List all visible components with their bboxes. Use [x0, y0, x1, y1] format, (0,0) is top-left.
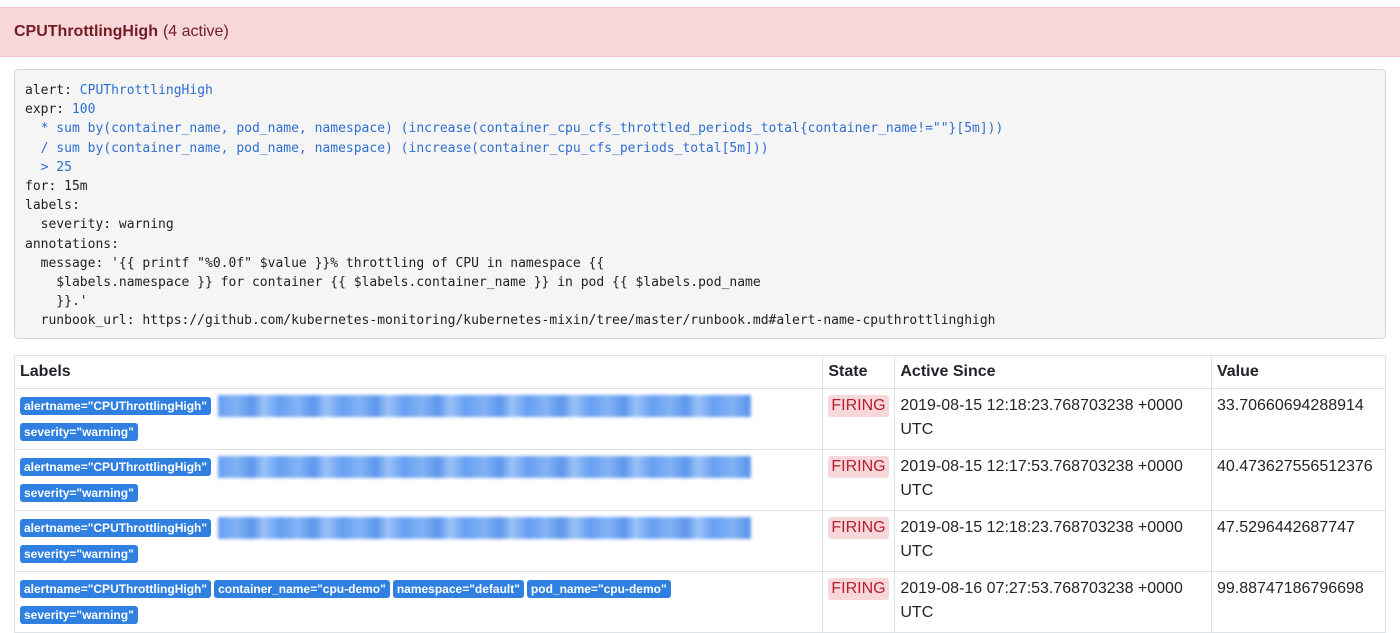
status-badge: FIRING	[828, 456, 889, 478]
rule-text: }}.'	[25, 294, 88, 310]
rule-text: labels:	[25, 198, 80, 214]
rule-text: message: '{{ printf "%0.0f" $value }}% t…	[25, 255, 605, 271]
rule-text: * sum by(container_name, pod_name, names…	[25, 121, 1004, 137]
table-header-row: Labels State Active Since Value	[13, 355, 1387, 389]
rule-text: alert:	[25, 83, 80, 98]
table-row: alertname="CPUThrottlingHigh" severity="w…	[13, 510, 1387, 572]
state-cell: FIRING	[822, 571, 896, 633]
state-cell: FIRING	[822, 510, 896, 572]
state-cell: FIRING	[822, 449, 896, 511]
value-cell: 40.473627556512376	[1210, 449, 1387, 511]
labels-cell: alertname="CPUThrottlingHigh" severity="w…	[13, 388, 824, 450]
labels-cell: alertname="CPUThrottlingHigh" severity="w…	[13, 510, 824, 572]
rule-line: * sum by(container_name, pod_name, names…	[25, 119, 1375, 138]
active-since-cell: 2019-08-15 12:18:23.768703238 +0000 UTC	[894, 388, 1212, 450]
alert-name: CPUThrottlingHigh	[14, 23, 158, 40]
value-cell: 99.88747186796698	[1210, 571, 1387, 633]
column-header-state: State	[822, 355, 896, 389]
rule-text: 100	[71, 102, 96, 118]
table-row: alertname="CPUThrottlingHigh" severity="w…	[13, 388, 1387, 450]
rule-line: message: '{{ printf "%0.0f" $value }}% t…	[25, 254, 1375, 273]
active-since-cell: 2019-08-16 07:27:53.768703238 +0000 UTC	[894, 571, 1212, 633]
rule-line: expr: 100	[25, 100, 1375, 119]
column-header-labels: Labels	[13, 355, 824, 389]
rule-text: / sum by(container_name, pod_name, names…	[25, 140, 769, 156]
redacted-labels	[218, 517, 752, 539]
rule-line: $labels.namespace }} for container {{ $l…	[25, 273, 1375, 292]
label-badge: container_name="cpu-demo"	[214, 580, 390, 598]
label-badge: alertname="CPUThrottlingHigh"	[20, 519, 212, 537]
rule-text: severity: warning	[25, 217, 174, 233]
label-badge: severity="warning"	[20, 423, 138, 441]
rule-line: }}.'	[25, 292, 1375, 311]
active-since-cell: 2019-08-15 12:18:23.768703238 +0000 UTC	[894, 510, 1212, 572]
labels-cell: alertname="CPUThrottlingHigh" container_n…	[13, 571, 824, 633]
alerts-table: Labels State Active Since Value alertnam…	[13, 355, 1387, 633]
active-since-cell: 2019-08-15 12:17:53.768703238 +0000 UTC	[894, 449, 1212, 511]
rule-text: $labels.namespace }} for container {{ $l…	[25, 275, 761, 291]
label-badge: severity="warning"	[20, 545, 138, 563]
rule-line: severity: warning	[25, 215, 1375, 234]
label-badge: namespace="default"	[392, 580, 524, 598]
state-cell: FIRING	[822, 388, 896, 450]
rule-line: labels:	[25, 196, 1375, 215]
rule-text: annotations:	[25, 236, 119, 252]
table-row: alertname="CPUThrottlingHigh" severity="w…	[13, 449, 1387, 511]
label-badge: alertname="CPUThrottlingHigh"	[20, 580, 212, 598]
rule-text: CPUThrottlingHigh	[79, 83, 213, 98]
label-badge: severity="warning"	[20, 606, 138, 624]
labels-cell: alertname="CPUThrottlingHigh" severity="w…	[13, 449, 824, 511]
rule-line: annotations:	[25, 235, 1375, 254]
rule-line: / sum by(container_name, pod_name, names…	[25, 139, 1375, 158]
value-cell: 47.5296442687747	[1210, 510, 1387, 572]
label-badge: severity="warning"	[20, 484, 138, 502]
column-header-value: Value	[1210, 355, 1387, 389]
status-badge: FIRING	[828, 578, 889, 600]
label-badge: alertname="CPUThrottlingHigh"	[20, 397, 212, 415]
redacted-labels	[218, 456, 752, 478]
label-badge: alertname="CPUThrottlingHigh"	[20, 458, 212, 476]
rule-text: for: 15m	[25, 179, 88, 195]
status-badge: FIRING	[828, 395, 889, 417]
rule-line: alert: CPUThrottlingHigh	[25, 81, 1375, 100]
rule-text: expr:	[25, 102, 72, 118]
alert-rule-definition: alert: CPUThrottlingHigh expr: 100 * sum …	[14, 69, 1386, 339]
label-badge: pod_name="cpu-demo"	[526, 580, 671, 598]
rule-text: runbook_url: https://github.com/kubernet…	[25, 313, 996, 329]
rule-line: > 25	[25, 158, 1375, 177]
column-header-active-since: Active Since	[894, 355, 1212, 389]
status-badge: FIRING	[828, 517, 889, 539]
rule-line: runbook_url: https://github.com/kubernet…	[25, 311, 1375, 330]
value-cell: 33.70660694288914	[1210, 388, 1387, 450]
alert-group-header[interactable]: CPUThrottlingHigh (4 active)	[0, 7, 1400, 57]
rule-line: for: 15m	[25, 177, 1375, 196]
rule-text: > 25	[25, 159, 72, 175]
redacted-labels	[218, 395, 752, 417]
table-row: alertname="CPUThrottlingHigh" container_n…	[13, 571, 1387, 633]
active-count: (4 active)	[162, 23, 229, 40]
